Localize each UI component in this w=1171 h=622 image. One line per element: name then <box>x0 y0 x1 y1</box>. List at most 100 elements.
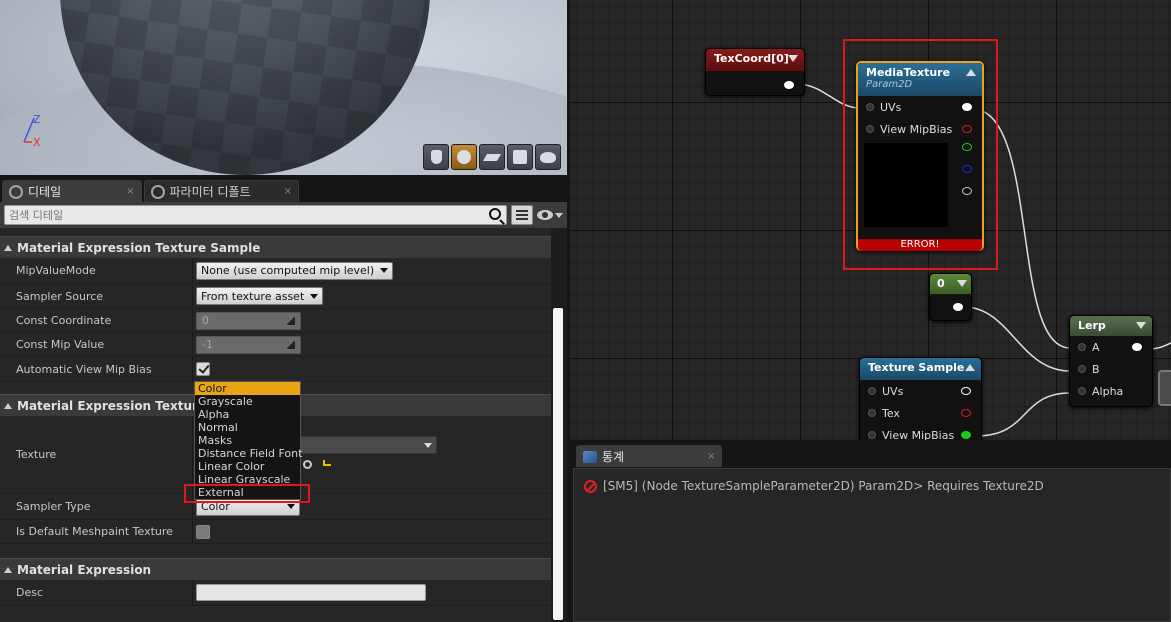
details-search-box <box>4 205 507 225</box>
row-label: Sampler Type <box>0 494 193 519</box>
material-preview-viewport[interactable]: Z X <box>0 0 567 175</box>
node-header: Texture Sample <box>860 358 981 380</box>
auto-view-mip-bias-checkbox[interactable] <box>196 362 210 376</box>
option-masks[interactable]: Masks <box>195 434 300 447</box>
list-icon <box>516 210 528 220</box>
combo-value: Color <box>201 500 230 513</box>
option-color[interactable]: Color <box>195 382 300 395</box>
tab-parameter-defaults[interactable]: 파라미터 디폴트 × <box>143 180 300 202</box>
row-const-mip-value: Const Mip Value -1 <box>0 333 551 357</box>
node-texture-sample[interactable]: Texture Sample UVs Tex View MipBias <box>859 357 982 440</box>
collapse-arrow-icon <box>4 244 12 251</box>
plane-icon <box>482 153 502 161</box>
node-lerp[interactable]: Lerp A B Alpha <box>1069 315 1153 407</box>
numbox-value: 0 <box>202 314 209 327</box>
node-header: TexCoord[0] <box>706 49 804 71</box>
preview-cylinder-button[interactable] <box>423 144 449 170</box>
option-grayscale[interactable]: Grayscale <box>195 395 300 408</box>
mip-value-mode-combo[interactable]: None (use computed mip level) <box>196 261 394 280</box>
alpha-input-pin[interactable] <box>1078 387 1086 395</box>
is-default-meshpaint-checkbox[interactable] <box>196 524 210 539</box>
uvs-input-pin[interactable] <box>868 387 876 395</box>
texcoord-output-pin[interactable] <box>784 81 794 89</box>
section-header-material-expression[interactable]: Material Expression <box>0 558 551 580</box>
row-label: Is Default Meshpaint Texture <box>0 520 193 543</box>
section-title: Material Expression Texture Sample <box>17 240 261 255</box>
pin-row-uvs: UVs <box>858 96 982 118</box>
offscreen-node-edge[interactable] <box>1158 370 1171 406</box>
details-search-input[interactable] <box>9 208 482 222</box>
view-options-button[interactable] <box>537 210 563 220</box>
row-sampler-source: Sampler Source From texture asset <box>0 284 551 309</box>
chevron-down-icon[interactable] <box>1136 322 1146 329</box>
uvs-input-pin[interactable] <box>866 103 874 111</box>
option-external[interactable]: External <box>195 486 300 499</box>
details-tabbar: 디테일 × 파라미터 디폴트 × <box>0 175 567 202</box>
chevron-down-icon[interactable] <box>957 280 967 287</box>
details-search-row <box>0 202 567 228</box>
scrollbar-thumb[interactable] <box>553 308 563 620</box>
close-icon[interactable]: × <box>707 451 715 462</box>
green-output-pin[interactable] <box>961 431 971 439</box>
preview-plane-button[interactable] <box>479 144 505 170</box>
property-matrix-button[interactable] <box>511 205 533 225</box>
option-linear-color[interactable]: Linear Color <box>195 460 300 473</box>
browse-magnifier-icon[interactable] <box>303 460 312 469</box>
preview-sphere-button[interactable] <box>451 144 477 170</box>
preview-cube-button[interactable] <box>507 144 533 170</box>
node-media-texture[interactable]: MediaTexture Param2D UVs View MipBias ER… <box>856 61 984 251</box>
view-mipbias-input-pin[interactable] <box>866 125 874 133</box>
desc-input[interactable] <box>196 584 426 601</box>
view-mipbias-input-pin[interactable] <box>868 431 876 439</box>
node-constant[interactable]: 0 <box>929 273 972 321</box>
red-output-pin[interactable] <box>962 125 972 133</box>
section-title: Material Expression <box>17 562 152 577</box>
chevron-down-icon[interactable] <box>788 55 798 62</box>
sampler-type-combo[interactable]: Color <box>196 497 300 516</box>
stats-icon <box>583 450 597 463</box>
sphere-icon <box>457 150 471 164</box>
option-alpha[interactable]: Alpha <box>195 408 300 421</box>
chevron-up-icon[interactable] <box>966 69 976 76</box>
alpha-output-pin[interactable] <box>962 187 972 195</box>
pin-label: A <box>1092 340 1100 354</box>
error-message: [SM5] (Node TextureSampleParameter2D) Pa… <box>603 479 1044 493</box>
option-normal[interactable]: Normal <box>195 421 300 434</box>
close-icon[interactable]: × <box>126 186 134 197</box>
rgb-output-pin[interactable] <box>962 103 972 111</box>
use-selected-arrow-icon[interactable] <box>323 460 331 466</box>
blue-output-pin[interactable] <box>962 165 972 173</box>
details-scrollbar[interactable] <box>551 228 567 622</box>
const-mip-value-input[interactable]: -1 <box>196 335 301 354</box>
const-coordinate-input[interactable]: 0 <box>196 311 301 330</box>
tab-stats[interactable]: 통계 × <box>576 445 723 467</box>
tex-input-pin[interactable] <box>868 409 876 417</box>
texture-asset-combo[interactable] <box>297 436 437 454</box>
close-icon[interactable]: × <box>284 186 292 197</box>
preview-teapot-button[interactable] <box>535 144 561 170</box>
node-title: 0 <box>937 277 945 290</box>
option-linear-grayscale[interactable]: Linear Grayscale <box>195 473 300 486</box>
rgb-output-pin[interactable] <box>961 387 971 395</box>
row-const-coordinate: Const Coordinate 0 <box>0 309 551 333</box>
constant-output-pin[interactable] <box>953 303 963 311</box>
tab-details[interactable]: 디테일 × <box>2 180 142 202</box>
chevron-down-icon <box>555 212 563 218</box>
chevron-up-icon[interactable] <box>965 364 975 371</box>
a-input-pin[interactable] <box>1078 343 1086 351</box>
green-output-pin[interactable] <box>962 143 972 151</box>
sampler-source-combo[interactable]: From texture asset <box>196 287 324 305</box>
resize-grip-icon <box>287 316 295 325</box>
lerp-output-pin[interactable] <box>1132 343 1142 351</box>
section-header-texture-sample[interactable]: Material Expression Texture Sample <box>0 236 551 258</box>
magnifier-icon[interactable] <box>489 208 501 220</box>
pin-label: UVs <box>880 100 902 114</box>
node-texcoord[interactable]: TexCoord[0] <box>705 48 805 96</box>
tab-stats-label: 통계 <box>602 450 625 464</box>
b-input-pin[interactable] <box>1078 365 1086 373</box>
list-item[interactable]: [SM5] (Node TextureSampleParameter2D) Pa… <box>584 479 1160 493</box>
material-graph-canvas[interactable]: TexCoord[0] MediaTexture Param2D UVs Vie… <box>570 0 1171 440</box>
red-output-pin[interactable] <box>961 409 971 417</box>
option-distance-field-font[interactable]: Distance Field Font <box>195 447 302 460</box>
node-header: 0 <box>930 274 971 294</box>
